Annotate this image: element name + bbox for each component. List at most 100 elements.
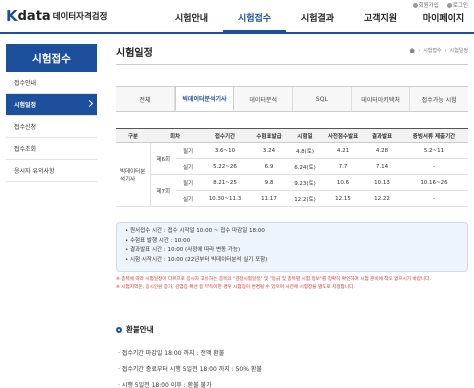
refund-heading: 환불안내 bbox=[116, 324, 154, 335]
list-item: · 접수기간 종료부터 시행 5일전 18:00 까지 : 50% 환불 bbox=[118, 366, 262, 373]
header-ticket: 수험표발급 bbox=[250, 128, 288, 143]
cell: 7.14 bbox=[364, 158, 400, 175]
cell: 10.13 bbox=[364, 174, 400, 191]
table-row: 제7회 필기 8.21~25 9.8 9.23(토) 10.6 10.13 10… bbox=[116, 174, 468, 207]
table-row: 빅데이터분석기사 제6회 필기 3.6~10 3.24 4.8(토) 4.21 … bbox=[116, 142, 468, 207]
schedule-table: 구분 회차 접수기간 수험표발급 시험일 사전점수발표 결과발표 증빙서류 제출… bbox=[116, 128, 468, 207]
info-line: • 결과발표 시간 : 10:00 (사정에 따라 변동 가능) bbox=[125, 247, 241, 254]
breadcrumb-sep: › bbox=[444, 47, 447, 54]
note-line: ※ 종목에 따라 시험일정이 다르므로 응시자 고유하는 종목의 "검정시험일정… bbox=[116, 277, 431, 282]
header-type: 구분 bbox=[116, 128, 150, 143]
refund-list: · 접수기간 마감일 18:00 까지 : 전액 환불 · 접수기간 종료부터 … bbox=[118, 346, 262, 388]
round-cell: 제6회 bbox=[150, 142, 176, 175]
gnb-support[interactable]: 고객지원 bbox=[349, 10, 412, 32]
lock-icon bbox=[446, 2, 452, 8]
cell: 12.22 bbox=[364, 190, 400, 207]
header-doc-period: 증빙서류 제출기간 bbox=[400, 128, 468, 143]
circle-bullet-icon bbox=[116, 326, 122, 333]
list-item: · 접수기간 마감일 18:00 까지 : 전액 환불 bbox=[118, 350, 225, 357]
cell: 필기 bbox=[176, 142, 200, 159]
note-line: ※ 시험지역은, 응시인원 증가, 감염증 확산 등 부득이한 경우 시험장이 … bbox=[116, 285, 355, 290]
exam-group: 빅데이터분석기사 bbox=[116, 142, 151, 207]
util-links: 회원가입 로그인 bbox=[412, 1, 468, 9]
header-round: 회차 bbox=[150, 128, 200, 143]
cell: 9.8 bbox=[250, 174, 288, 191]
list-item: · 시행 5일전 18:00 이후 : 환불 불가 bbox=[118, 382, 212, 388]
sidebar-item-apply[interactable]: 접수신청 bbox=[6, 116, 97, 138]
cell: 7.7 bbox=[322, 158, 364, 175]
cell: 10.6 bbox=[322, 174, 364, 191]
cell: - bbox=[400, 158, 468, 175]
cell: 12.15 bbox=[322, 190, 364, 207]
gnb-mypage[interactable]: 마이페이지 bbox=[412, 10, 474, 32]
cell: 10.30~11.3 bbox=[200, 190, 250, 207]
tab-available[interactable]: 접수가능 시험 bbox=[410, 87, 469, 111]
logo-text: 데이터자격검정 bbox=[52, 12, 108, 22]
header-result: 결과발표 bbox=[364, 128, 400, 143]
cell: 10.16~26 bbox=[400, 174, 468, 191]
info-line: • 수험표 발행 시간 : 10:00 bbox=[125, 237, 191, 244]
global-nav: 시험안내 시험접수 시험결과 고객지원 마이페이지 bbox=[160, 10, 474, 32]
breadcrumb-sep: › bbox=[418, 47, 421, 54]
tab-data-architecture[interactable]: 데이터아키텍처 bbox=[351, 87, 411, 111]
info-line: • 시험 시작시간 : 10:00 (22년부터 빅데이터분석 실기 포함) bbox=[125, 256, 268, 263]
signup-link[interactable]: 회원가입 bbox=[412, 1, 439, 9]
main-content: 시험일정 › 시험접수 › 시험일정 전체 빅데이터분석기사 데이터분석 SQL… bbox=[116, 44, 469, 388]
sidebar-item-label: 시험일정 bbox=[14, 102, 37, 109]
refund-title: 환불안내 bbox=[126, 325, 154, 334]
signup-label: 회원가입 bbox=[418, 3, 439, 9]
cell: 11.17 bbox=[250, 190, 288, 207]
breadcrumb-item[interactable]: 시험접수 bbox=[423, 47, 441, 54]
breadcrumb-item[interactable]: 시험일정 bbox=[450, 47, 468, 54]
tab-data-analysis[interactable]: 데이터분석 bbox=[234, 87, 294, 111]
sidebar-item-label: 접수안내 bbox=[14, 80, 37, 87]
home-icon[interactable] bbox=[409, 48, 416, 53]
tab-sql[interactable]: SQL bbox=[293, 87, 352, 111]
cell: 4.21 bbox=[322, 142, 364, 159]
header-exam-date: 시험일 bbox=[288, 128, 322, 143]
login-label: 로그인 bbox=[452, 3, 468, 9]
site-logo[interactable]: K data 데이터자격검정 bbox=[6, 7, 107, 25]
notice-notes: ※ 종목에 따라 시험일정이 다르므로 응시자 고유하는 종목의 "검정시험일정… bbox=[116, 276, 468, 292]
sidebar-item-label: 접수조회 bbox=[14, 146, 37, 153]
cell: - bbox=[400, 190, 468, 207]
breadcrumb: › 시험접수 › 시험일정 bbox=[409, 47, 468, 54]
title-divider bbox=[116, 64, 468, 65]
cell: 필기 bbox=[176, 174, 200, 191]
sidebar-item-label: 접수신청 bbox=[14, 124, 37, 131]
cell: 5.2~11 bbox=[400, 142, 468, 159]
header-apply-period: 접수기간 bbox=[200, 128, 250, 143]
page: K data 데이터자격검정 회원가입 로그인 시험안내 시험접수 시험결과 고… bbox=[0, 0, 474, 388]
cell: 4.28 bbox=[364, 142, 400, 159]
sidebar-menu: 접수안내 시험일정 접수신청 접수조회 응시자 유의사항 bbox=[6, 72, 97, 182]
exam-tabs: 전체 빅데이터분석기사 데이터분석 SQL 데이터아키텍처 접수가능 시험 bbox=[116, 86, 469, 112]
header-pre-score: 사전점수발표 bbox=[322, 128, 364, 143]
table-header-row: 구분 회차 접수기간 수험표발급 시험일 사전점수발표 결과발표 증빙서류 제출… bbox=[116, 128, 468, 143]
cell: 5.22~26 bbox=[200, 158, 250, 175]
cell: 3.6~10 bbox=[200, 142, 250, 159]
cell: 12.2(토) bbox=[288, 190, 322, 207]
user-icon bbox=[412, 2, 418, 8]
cell: 3.24 bbox=[250, 142, 288, 159]
login-link[interactable]: 로그인 bbox=[446, 1, 468, 9]
sidebar-item-schedule[interactable]: 시험일정 bbox=[6, 94, 97, 116]
gnb-exam-result[interactable]: 시험결과 bbox=[286, 10, 349, 32]
info-line: • 원서접수 시간 : 접수 시작일 10:00 ~ 접수 마감일 18:00 bbox=[125, 228, 265, 234]
cell: 실기 bbox=[176, 158, 200, 175]
cell: 9.23(토) bbox=[288, 174, 322, 191]
gnb-exam-apply[interactable]: 시험접수 bbox=[223, 10, 286, 32]
sidebar-item-label: 응시자 유의사항 bbox=[14, 168, 55, 175]
tab-all[interactable]: 전체 bbox=[116, 87, 175, 111]
sidebar-item-lookup[interactable]: 접수조회 bbox=[6, 138, 97, 160]
round-cell: 제7회 bbox=[150, 174, 176, 207]
tab-bigdata[interactable]: 빅데이터분석기사 bbox=[174, 87, 235, 111]
gnb-exam-info[interactable]: 시험안내 bbox=[160, 10, 223, 32]
sidebar-title: 시험접수 bbox=[6, 44, 97, 72]
cell: 6.24(토) bbox=[288, 158, 322, 175]
sidebar-item-notice[interactable]: 응시자 유의사항 bbox=[6, 160, 97, 182]
cell: 6.9 bbox=[250, 158, 288, 175]
logo-k: K bbox=[6, 7, 18, 25]
sidebar-item-apply-guide[interactable]: 접수안내 bbox=[6, 72, 97, 94]
time-info-box: • 원서접수 시간 : 접수 시작일 10:00 ~ 접수 마감일 18:00 … bbox=[116, 222, 468, 272]
cell: 실기 bbox=[176, 190, 200, 207]
